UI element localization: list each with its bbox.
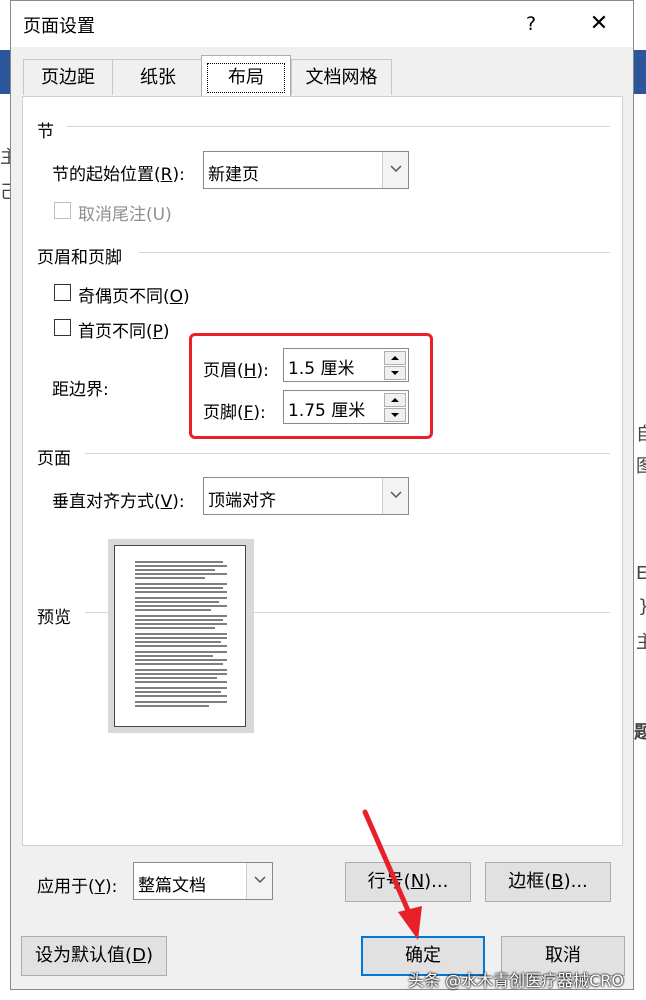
background-right-edge [634,0,646,1000]
page-setup-dialog: 页面设置 ? ✕ 页边距 纸张 布局 文档网格 节 节的起始位置(R): 新建页… [10,0,634,990]
section-start-select[interactable]: 新建页 [203,151,409,189]
tab-label: 文档网格 [305,67,378,88]
background-text: 自 [636,424,646,445]
watermark-text: 头条 @水木青创医疗器械CRO [408,971,624,990]
background-text: E [636,563,646,584]
dialog-title: 页面设置 [23,16,95,37]
section-start-value: 新建页 [208,165,259,185]
vertical-alignment-value: 顶端对齐 [208,491,276,511]
first-page-label: 首页不同(P) [78,322,170,342]
highlight-box [189,333,433,439]
set-default-button[interactable]: 设为默认值(D) [21,936,167,976]
close-button[interactable]: ✕ [577,7,621,41]
apply-to-value: 整篇文档 [138,876,206,896]
tab-label: 布局 [207,63,285,93]
first-page-checkbox[interactable] [54,319,71,336]
apply-to-select[interactable]: 整篇文档 [133,862,273,900]
vertical-alignment-label: 垂直对齐方式(V): [52,492,185,512]
section-divider [67,126,610,127]
preview-thumbnail [108,539,254,733]
section-divider [139,252,610,253]
section-start-label: 节的起始位置(R): [52,165,185,185]
tab-document-grid[interactable]: 文档网格 [291,59,392,95]
vertical-alignment-select[interactable]: 顶端对齐 [203,477,409,515]
background-text: 主 [636,632,646,653]
odd-even-label: 奇偶页不同(O) [78,287,190,307]
page-heading: 页面 [37,449,71,469]
help-button[interactable]: ? [511,7,551,41]
preview-page [114,545,246,727]
background-text: 题 [634,722,646,743]
apply-to-label: 应用于(Y): [37,877,118,897]
title-bar: 页面设置 ? ✕ [11,1,633,47]
section-divider [85,453,610,454]
background-text: 图 [636,456,646,477]
chevron-down-icon[interactable] [246,863,272,899]
from-edge-label: 距边界: [52,380,109,400]
borders-button[interactable]: 边框(B)... [485,862,611,902]
background-text: } [638,596,646,617]
chevron-down-icon[interactable] [382,478,408,514]
suppress-endnotes-checkbox[interactable] [54,202,71,219]
tab-layout[interactable]: 布局 [201,55,291,97]
section-heading: 节 [37,122,54,142]
tab-paper[interactable]: 纸张 [112,59,204,95]
red-arrow-annotation [362,809,422,940]
odd-even-checkbox[interactable] [54,284,71,301]
suppress-endnotes-label: 取消尾注(U) [78,205,172,225]
preview-text-lines [135,561,227,707]
preview-heading: 预览 [37,608,71,628]
headers-footers-heading: 页眉和页脚 [37,248,122,268]
tab-margins[interactable]: 页边距 [23,59,113,95]
chevron-down-icon[interactable] [382,152,408,188]
tab-label: 页边距 [41,67,95,88]
tab-label: 纸张 [140,67,176,88]
